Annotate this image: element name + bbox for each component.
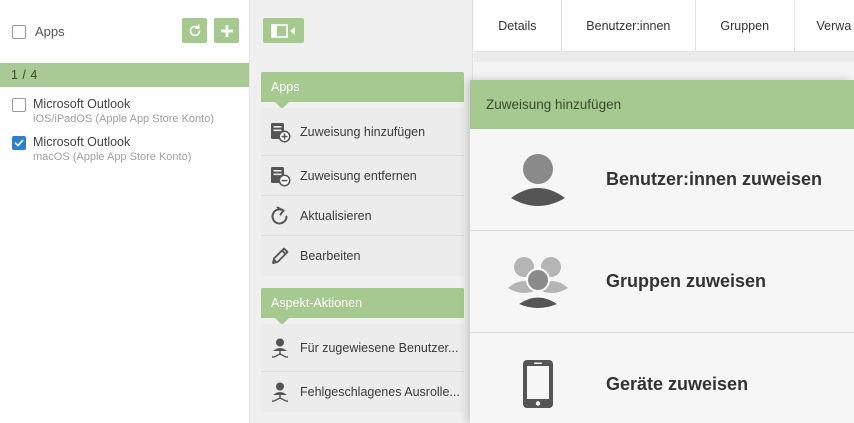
item-title: Microsoft Outlook (33, 135, 131, 149)
apps-actions-list: Zuweisung hinzufügen Zuweisung entfernen (261, 108, 464, 276)
list-header-label: Apps (35, 24, 65, 39)
app-list-pane: Apps 1 / 4 Microsoft Outlook iOS/iPadOS … (0, 0, 250, 423)
tab-management[interactable]: Verwa (795, 0, 854, 52)
refresh-button[interactable] (182, 18, 207, 43)
smartphone-icon (470, 358, 606, 410)
option-label: Benutzer:innen zuweisen (606, 169, 823, 189)
remove-assignment-action[interactable]: Zuweisung entfernen (261, 156, 464, 196)
action-panel: Apps Zuweisung hinzufügen Zuweisung entf… (251, 0, 473, 423)
aspect-section-header: Aspekt-Aktionen (261, 288, 464, 325)
selection-counter: 1 / 4 (0, 63, 249, 87)
list-item[interactable]: Microsoft Outlook iOS/iPadOS (Apple App … (0, 97, 249, 125)
edit-pencil-icon (269, 245, 291, 267)
add-assignment-action[interactable]: Zuweisung hinzufügen (261, 108, 464, 156)
item-subtitle: iOS/iPadOS (Apple App Store Konto) (33, 113, 214, 125)
dialog-title: Zuweisung hinzufügen (470, 80, 854, 129)
add-button[interactable] (214, 18, 239, 43)
apps-section-header: Apps (261, 72, 464, 109)
tab-content-strip (474, 52, 854, 62)
action-label: Bearbeiten (300, 249, 361, 263)
panel-collapse-icon (270, 23, 295, 38)
add-assignment-icon (269, 121, 291, 143)
tab-details[interactable]: Details (474, 0, 562, 52)
assign-users-option[interactable]: Benutzer:innen zuweisen (470, 129, 854, 231)
group-icon (470, 252, 606, 312)
action-label: Aktualisieren (300, 208, 372, 223)
remove-assignment-icon (269, 165, 291, 187)
tab-users[interactable]: Benutzer:innen (562, 0, 696, 52)
item-checkbox[interactable] (12, 98, 26, 112)
user-branch-icon (269, 381, 291, 403)
list-header: Apps (0, 0, 249, 63)
refresh-icon (189, 23, 200, 36)
assign-devices-option[interactable]: Geräte zuweisen (470, 333, 854, 423)
edit-action[interactable]: Bearbeiten (261, 236, 464, 276)
list-item[interactable]: Microsoft Outlook macOS (Apple App Store… (0, 135, 249, 163)
detail-tabs: Details Benutzer:innen Gruppen Verwa (474, 0, 854, 52)
assigned-users-action[interactable]: Für zugewiesene Benutzer... (261, 324, 464, 372)
plus-icon (220, 24, 233, 37)
failed-rollout-action[interactable]: Fehlgeschlagenes Ausrolle... (261, 372, 464, 412)
user-branch-icon (269, 337, 291, 359)
tab-groups[interactable]: Gruppen (696, 0, 795, 52)
option-label: Geräte zuweisen (606, 373, 749, 394)
item-checkbox[interactable] (12, 136, 26, 150)
assign-groups-option[interactable]: Gruppen zuweisen (470, 231, 854, 333)
user-icon (470, 150, 606, 210)
select-all-checkbox[interactable] (12, 24, 26, 39)
item-subtitle: macOS (Apple App Store Konto) (33, 151, 192, 163)
item-title: Microsoft Outlook (33, 97, 131, 111)
refresh-icon (269, 205, 291, 227)
aspect-actions-list: Für zugewiesene Benutzer... Fehlgeschlag… (261, 324, 464, 412)
action-label: Fehlgeschlagenes Ausrolle... (300, 385, 460, 399)
action-label: Für zugewiesene Benutzer... (300, 340, 459, 355)
action-label: Zuweisung hinzufügen (300, 124, 426, 139)
option-label: Gruppen zuweisen (606, 271, 767, 291)
add-assignment-dialog: Zuweisung hinzufügen Benutzer:innen zuwe… (470, 80, 854, 423)
panel-toggle-button[interactable] (263, 18, 304, 43)
refresh-action[interactable]: Aktualisieren (261, 196, 464, 236)
action-label: Zuweisung entfernen (300, 168, 417, 183)
checkmark-icon (14, 139, 24, 147)
